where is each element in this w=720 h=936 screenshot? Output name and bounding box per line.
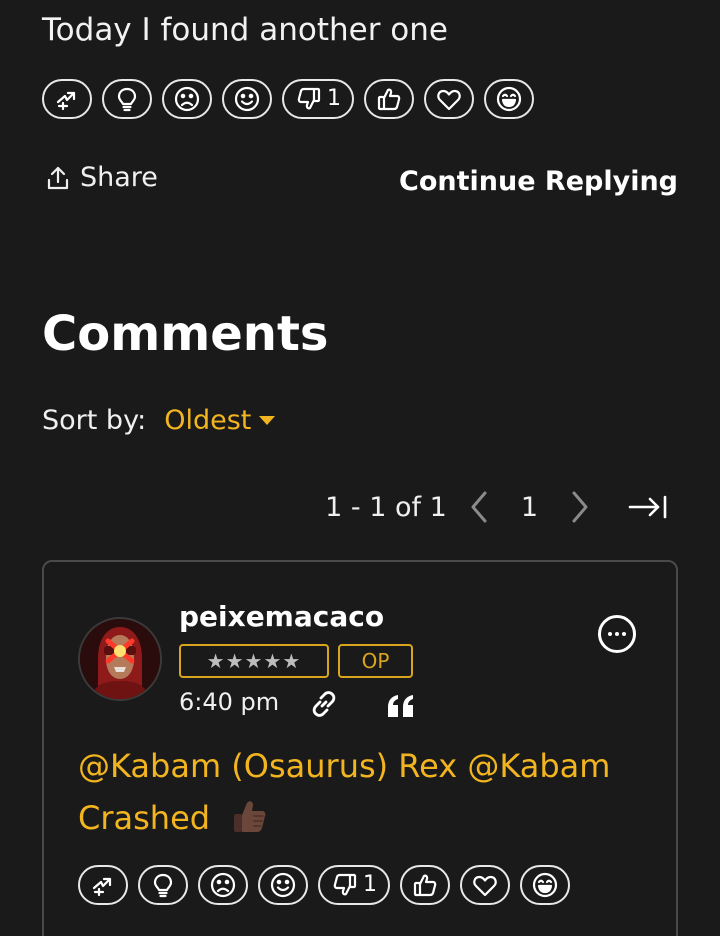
reaction-lol-button[interactable] bbox=[520, 865, 570, 905]
thumbs-up-icon bbox=[413, 874, 437, 897]
reaction-smile-button[interactable] bbox=[258, 865, 308, 905]
laughing-face-icon bbox=[532, 872, 558, 898]
avatar-image bbox=[80, 619, 160, 699]
smile-face-icon bbox=[234, 86, 260, 112]
current-page-number[interactable]: 1 bbox=[521, 492, 538, 523]
thumbs-up-icon bbox=[377, 88, 401, 111]
pagination: 1 - 1 of 1 1 bbox=[325, 490, 668, 524]
reaction-lol-button[interactable] bbox=[484, 79, 534, 119]
heart-icon bbox=[473, 875, 497, 897]
lightbulb-icon bbox=[153, 873, 173, 898]
menu-dot bbox=[608, 632, 612, 636]
awesome-arrow-icon bbox=[56, 91, 76, 111]
reaction-count: 1 bbox=[327, 86, 341, 111]
reaction-agree-button[interactable] bbox=[364, 79, 414, 119]
reaction-smile-button[interactable] bbox=[222, 79, 272, 119]
reaction-count: 1 bbox=[363, 872, 377, 897]
quote-icon[interactable] bbox=[385, 693, 417, 719]
caret-down-icon[interactable] bbox=[259, 416, 276, 425]
reaction-disagree-button[interactable]: 1 bbox=[282, 79, 354, 119]
heart-icon bbox=[437, 89, 461, 111]
comments-heading: Comments bbox=[42, 306, 329, 362]
comment-body-text: @Kabam (Osaurus) Rex @Kabam Crashed bbox=[78, 747, 611, 837]
last-page-icon[interactable] bbox=[628, 494, 668, 520]
menu-dot bbox=[622, 632, 626, 636]
reaction-sad-button[interactable] bbox=[198, 865, 248, 905]
menu-dot bbox=[615, 632, 619, 636]
reaction-insightful-button[interactable] bbox=[138, 865, 188, 905]
reaction-sad-button[interactable] bbox=[162, 79, 212, 119]
thumbs-up-emoji-icon bbox=[234, 801, 266, 832]
reaction-disagree-button[interactable]: 1 bbox=[318, 865, 390, 905]
sort-control: Sort by: Oldest bbox=[42, 405, 276, 436]
comment-options-button[interactable] bbox=[598, 615, 636, 653]
reaction-insightful-button[interactable] bbox=[102, 79, 152, 119]
sort-dropdown[interactable]: Oldest bbox=[164, 405, 251, 436]
pagination-range: 1 - 1 of 1 bbox=[325, 491, 447, 523]
laughing-face-icon bbox=[496, 86, 522, 112]
user-avatar[interactable] bbox=[78, 617, 162, 701]
thumbs-down-icon bbox=[333, 873, 357, 896]
comment-username[interactable]: peixemacaco bbox=[179, 600, 384, 633]
post-body-text: Today I found another one bbox=[42, 12, 448, 48]
continue-replying-button[interactable]: Continue Replying bbox=[399, 166, 678, 197]
reaction-awesome-button[interactable] bbox=[78, 865, 128, 905]
share-label: Share bbox=[80, 162, 158, 193]
smile-face-icon bbox=[270, 872, 296, 898]
share-upload-icon bbox=[47, 166, 69, 189]
comment-timestamp[interactable]: 6:40 pm bbox=[179, 688, 279, 716]
awesome-arrow-icon bbox=[92, 877, 112, 897]
rank-stars-badge: ★★★★★ bbox=[179, 644, 329, 678]
chevron-left-icon[interactable] bbox=[469, 490, 489, 524]
comment-reaction-bar: 1 bbox=[78, 865, 570, 905]
op-badge: OP bbox=[338, 644, 413, 678]
forum-page: Today I found another one 1 Share Contin… bbox=[0, 0, 720, 936]
permalink-icon[interactable] bbox=[309, 689, 339, 719]
sad-face-icon bbox=[210, 872, 236, 898]
sad-face-icon bbox=[174, 86, 200, 112]
reaction-awesome-button[interactable] bbox=[42, 79, 92, 119]
share-button[interactable]: Share bbox=[46, 162, 158, 193]
sort-label: Sort by: bbox=[42, 405, 147, 436]
reaction-love-button[interactable] bbox=[424, 79, 474, 119]
reaction-agree-button[interactable] bbox=[400, 865, 450, 905]
thumbs-down-icon bbox=[297, 87, 321, 110]
chevron-right-icon[interactable] bbox=[570, 490, 590, 524]
comment-body: @Kabam (Osaurus) Rex @Kabam Crashed bbox=[78, 740, 658, 844]
reaction-love-button[interactable] bbox=[460, 865, 510, 905]
post-reaction-bar: 1 bbox=[42, 79, 534, 119]
lightbulb-icon bbox=[117, 87, 137, 112]
